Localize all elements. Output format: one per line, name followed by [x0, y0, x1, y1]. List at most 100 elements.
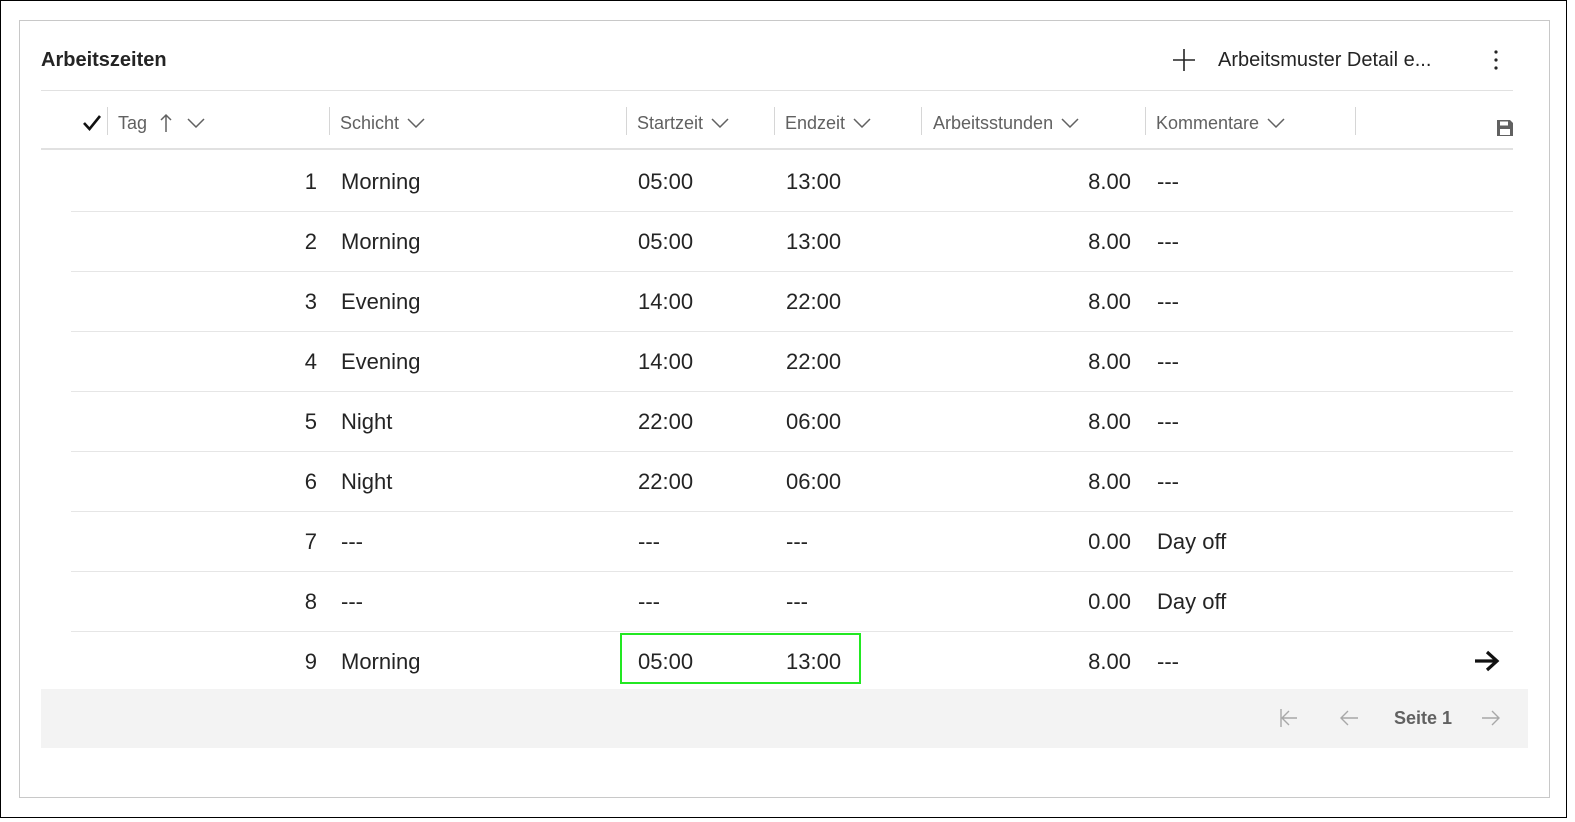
table-row[interactable]: 7 --- --- --- 0.00 Day off — [71, 512, 1513, 572]
cell-startzeit: 22:00 — [638, 469, 694, 494]
column-separator — [329, 107, 330, 135]
header-divider — [41, 90, 1513, 91]
next-page-icon[interactable] — [1479, 706, 1503, 730]
cell-schicht: --- — [341, 589, 363, 614]
column-header-endzeit-label: Endzeit — [785, 112, 846, 133]
panel-title: Arbeitszeiten — [41, 49, 167, 71]
column-header-schicht-label: Schicht — [340, 112, 400, 133]
cell-tag: 8 — [304, 589, 317, 614]
arrow-up-icon — [160, 113, 172, 132]
column-separator — [107, 107, 108, 135]
cell-tag: 7 — [304, 529, 317, 554]
chevron-down-icon — [1061, 118, 1079, 129]
chevron-down-icon — [711, 118, 729, 129]
cell-kommentar: --- — [1157, 289, 1179, 314]
save-icon[interactable] — [1496, 119, 1514, 137]
column-header-tag-label: Tag — [118, 112, 148, 133]
cell-kommentar: --- — [1157, 229, 1179, 254]
cell-startzeit: 05:00 — [638, 169, 694, 194]
column-separator — [1355, 107, 1356, 135]
cell-startzeit: 05:00 — [638, 229, 694, 254]
cell-arbeitsstunden: 0.00 — [1088, 529, 1131, 554]
selected-cell-outline — [620, 633, 861, 684]
table-row[interactable]: 6 Night 22:00 06:00 8.00 --- — [71, 452, 1513, 512]
cell-kommentar: Day off — [1157, 589, 1227, 614]
column-header-schicht[interactable]: Schicht — [340, 107, 425, 139]
cell-kommentar: --- — [1157, 649, 1179, 674]
cell-endzeit: --- — [786, 589, 808, 614]
cell-schicht: Evening — [341, 289, 421, 314]
cell-arbeitsstunden: 0.00 — [1088, 589, 1131, 614]
table-row[interactable]: 1 Morning 05:00 13:00 8.00 --- — [71, 152, 1513, 212]
column-header-startzeit-label: Startzeit — [637, 112, 704, 133]
cell-arbeitsstunden: 8.00 — [1088, 289, 1131, 314]
column-separator — [774, 107, 775, 135]
cell-startzeit: 14:00 — [638, 349, 694, 374]
cell-tag: 1 — [304, 169, 317, 194]
cell-endzeit: 13:00 — [786, 229, 842, 254]
cell-arbeitsstunden: 8.00 — [1088, 229, 1131, 254]
cell-arbeitsstunden: 8.00 — [1088, 409, 1131, 434]
cell-endzeit: 22:00 — [786, 289, 842, 314]
cell-tag: 9 — [304, 649, 317, 674]
column-header-tag[interactable]: Tag — [118, 107, 205, 139]
cell-kommentar: --- — [1157, 469, 1179, 494]
column-header-kommentare[interactable]: Kommentare — [1156, 107, 1285, 139]
header-bottom-divider — [41, 148, 1513, 150]
chevron-down-icon — [1267, 118, 1285, 129]
cell-kommentar: --- — [1157, 409, 1179, 434]
cell-endzeit: 13:00 — [786, 169, 842, 194]
cell-tag: 2 — [304, 229, 317, 254]
cell-startzeit: 14:00 — [638, 289, 694, 314]
cell-endzeit: --- — [786, 529, 808, 554]
work-hours-panel: Arbeitszeiten Arbeitsmuster Detail e... … — [19, 20, 1550, 798]
column-header-endzeit[interactable]: Endzeit — [785, 107, 871, 139]
column-header-kommentare-label: Kommentare — [1156, 112, 1260, 133]
cell-kommentar: --- — [1157, 349, 1179, 374]
cell-arbeitsstunden: 8.00 — [1088, 649, 1131, 674]
cell-endzeit: 22:00 — [786, 349, 842, 374]
cell-endzeit: 06:00 — [786, 469, 842, 494]
table-row[interactable]: 3 Evening 14:00 22:00 8.00 --- — [71, 272, 1513, 332]
cell-schicht: Night — [341, 409, 393, 434]
table-row[interactable]: 4 Evening 14:00 22:00 8.00 --- — [71, 332, 1513, 392]
cell-schicht: --- — [341, 529, 363, 554]
cell-tag: 5 — [304, 409, 317, 434]
column-separator — [1145, 107, 1146, 135]
cell-schicht: Evening — [341, 349, 421, 374]
arrow-right-icon[interactable] — [1473, 649, 1501, 673]
cell-arbeitsstunden: 8.00 — [1088, 169, 1131, 194]
cell-kommentar: Day off — [1157, 529, 1227, 554]
cell-kommentar: --- — [1157, 169, 1179, 194]
page-number-label: Seite 1 — [1394, 708, 1453, 728]
pagination-bar: Seite 1 — [41, 689, 1528, 748]
column-header-startzeit[interactable]: Startzeit — [637, 107, 729, 139]
previous-page-icon[interactable] — [1337, 706, 1361, 730]
cell-endzeit: 06:00 — [786, 409, 842, 434]
cell-startzeit: --- — [638, 589, 660, 614]
cell-tag: 3 — [304, 289, 317, 314]
table-row[interactable]: 2 Morning 05:00 13:00 8.00 --- — [71, 212, 1513, 272]
first-page-icon[interactable] — [1277, 706, 1301, 730]
cell-tag: 4 — [304, 349, 317, 374]
table-row[interactable]: 5 Night 22:00 06:00 8.00 --- — [71, 392, 1513, 452]
cell-schicht: Morning — [341, 229, 421, 254]
column-header-arbeitsstunden[interactable]: Arbeitsstunden — [933, 107, 1079, 139]
add-button-label: Arbeitsmuster Detail e... — [1218, 48, 1432, 71]
column-header-arbeitsstunden-label: Arbeitsstunden — [933, 112, 1054, 133]
chevron-down-icon — [187, 118, 205, 129]
more-vertical-icon[interactable] — [1486, 47, 1506, 73]
cell-startzeit: --- — [638, 529, 660, 554]
table-row[interactable]: 8 --- --- --- 0.00 Day off — [71, 572, 1513, 632]
column-separator — [921, 107, 922, 135]
cell-startzeit: 22:00 — [638, 409, 694, 434]
cell-arbeitsstunden: 8.00 — [1088, 469, 1131, 494]
cell-arbeitsstunden: 8.00 — [1088, 349, 1131, 374]
add-work-pattern-detail-button[interactable]: Arbeitsmuster Detail e... — [1172, 43, 1431, 77]
cell-tag: 6 — [304, 469, 317, 494]
cell-schicht: Morning — [341, 649, 421, 674]
cell-schicht: Morning — [341, 169, 421, 194]
select-all-checkbox[interactable] — [82, 107, 102, 139]
chevron-down-icon — [407, 118, 425, 129]
plus-icon — [1173, 49, 1195, 71]
